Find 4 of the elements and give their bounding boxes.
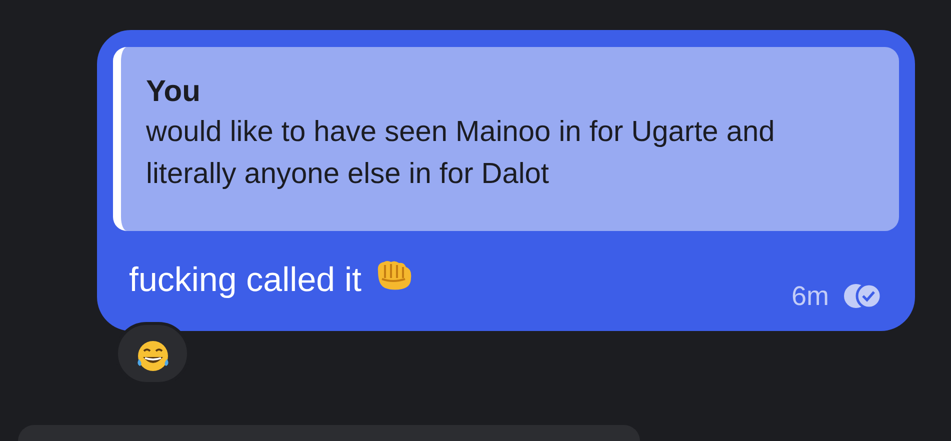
quote-author: You <box>146 74 202 110</box>
message-text: fucking called it <box>129 260 362 300</box>
message-time: 6m <box>791 280 829 312</box>
quote-text: would like to have seen Mainoo in for Ugarte and literally anyone else in for Dalot <box>146 115 776 192</box>
